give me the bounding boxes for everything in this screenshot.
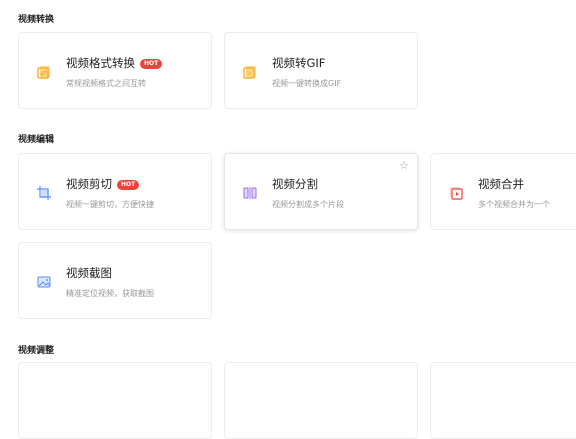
card-merge[interactable]: 视频合并 多个视频合并为一个 [430,153,576,230]
card-format-convert[interactable]: 视频格式转换 HOT 常规视频格式之间互转 [18,32,212,109]
gif-convert-icon: GIF [243,66,256,79]
format-convert-icon [37,66,50,79]
card-title: 视频合并 [478,177,524,191]
card-screenshot[interactable]: 视频截图 精准定位视频，获取截图 [18,242,212,319]
card-desc: 常规视频格式之间互转 [66,79,146,88]
card-split[interactable]: ☆ 视频分割 视频分割成多个片段 [224,153,418,230]
screenshot-icon [37,276,51,288]
card-adjust-3[interactable] [430,362,576,439]
card-title: 视频剪切 HOT [66,176,140,192]
card-desc: 视频一键剪切，方便快捷 [66,200,154,209]
section-title-edit: 视频编辑 [18,135,55,145]
merge-icon [450,187,463,200]
hot-badge: HOT [140,59,163,69]
card-desc: 视频一键转换成GIF [272,79,342,88]
card-title: 视频格式转换 HOT [66,55,163,71]
card-title: 视频截图 [66,266,112,280]
card-desc: 多个视频合并为一个 [478,200,550,209]
star-icon[interactable]: ☆ [399,159,409,172]
svg-text:GIF: GIF [246,71,253,76]
crop-icon [37,186,51,200]
split-icon [243,187,257,199]
hot-badge: HOT [117,180,140,190]
card-desc: 精准定位视频，获取截图 [66,289,154,298]
card-title: 视频转GIF [272,56,326,70]
card-title: 视频分割 [272,177,318,191]
card-to-gif[interactable]: GIF 视频转GIF 视频一键转换成GIF [224,32,418,109]
card-adjust-2[interactable] [224,362,418,439]
section-title-adjust: 视频调整 [18,346,55,356]
card-desc: 视频分割成多个片段 [272,200,344,209]
card-cut[interactable]: 视频剪切 HOT 视频一键剪切，方便快捷 [18,153,212,230]
section-title-convert: 视频转换 [18,15,55,25]
card-adjust-1[interactable] [18,362,212,439]
